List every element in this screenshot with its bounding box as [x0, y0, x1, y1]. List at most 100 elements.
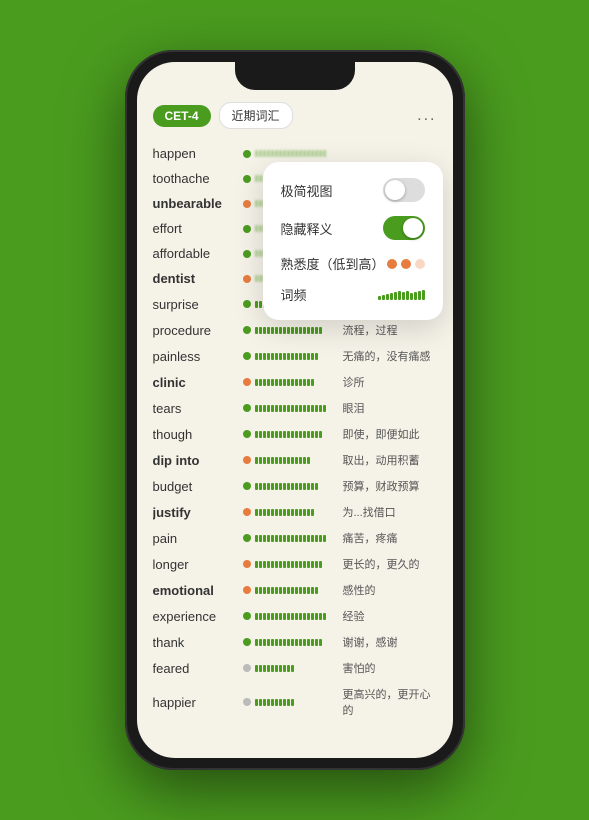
word-row[interactable]: emotional 感性的	[153, 577, 437, 603]
bar-seg	[287, 613, 290, 620]
freq-bar-6	[398, 291, 401, 300]
bar-seg	[307, 457, 310, 464]
bar-seg	[279, 483, 282, 490]
bar-seg	[267, 353, 270, 360]
bar-seg	[283, 327, 286, 334]
word-text: effort	[153, 221, 243, 236]
word-row[interactable]: longer 更长的，更久的	[153, 551, 437, 577]
bar-seg	[267, 431, 270, 438]
word-text: emotional	[153, 583, 243, 598]
bar-seg	[311, 379, 314, 386]
bar-seg	[259, 225, 262, 232]
bar-seg	[271, 509, 274, 516]
word-dot	[243, 352, 251, 360]
word-meaning: 害怕的	[343, 660, 437, 676]
bar-seg	[275, 379, 278, 386]
word-row[interactable]: budget 预算，财政预算	[153, 473, 437, 499]
progress-bar	[255, 378, 335, 386]
bar-seg	[291, 405, 294, 412]
bar-seg	[315, 561, 318, 568]
bar-seg	[287, 587, 290, 594]
bar-seg	[295, 613, 298, 620]
bar-seg	[271, 327, 274, 334]
phone-frame: CET-4 近期词汇 ... 极简视图 隐藏释义	[125, 50, 465, 770]
bar-seg	[287, 699, 290, 706]
bar-seg	[315, 483, 318, 490]
fam-dot-3	[415, 259, 425, 269]
bar-seg	[259, 275, 262, 282]
bar-seg	[287, 665, 290, 672]
word-row[interactable]: dip into 取出，动用积蓄	[153, 447, 437, 473]
bar-seg	[259, 665, 262, 672]
word-row[interactable]: justify 为...找借口	[153, 499, 437, 525]
cet-badge[interactable]: CET-4	[153, 105, 211, 127]
bar-seg	[255, 353, 258, 360]
word-dot	[243, 326, 251, 334]
word-row[interactable]: pain 痛苦，疼痛	[153, 525, 437, 551]
word-meaning: 谢谢，感谢	[343, 634, 437, 650]
bar-seg	[259, 457, 262, 464]
word-text: clinic	[153, 375, 243, 390]
bar-seg	[299, 613, 302, 620]
progress-bar	[255, 534, 335, 542]
word-meaning: 即使，即便如此	[343, 426, 437, 442]
bar-seg	[283, 535, 286, 542]
bar-seg	[319, 405, 322, 412]
more-button[interactable]: ...	[417, 107, 436, 125]
bar-seg	[291, 587, 294, 594]
bar-seg	[315, 353, 318, 360]
progress-bar	[255, 150, 335, 158]
word-meaning: 无痛的，没有痛感	[343, 348, 437, 364]
bar-seg	[279, 639, 282, 646]
bar-seg	[279, 405, 282, 412]
word-row[interactable]: procedure 流程，过程	[153, 317, 437, 343]
bar-seg	[295, 379, 298, 386]
bar-seg	[323, 535, 326, 542]
word-text: happen	[153, 146, 243, 161]
word-text: feared	[153, 661, 243, 676]
bar-seg	[259, 250, 262, 257]
bar-seg	[255, 200, 258, 207]
word-dot	[243, 560, 251, 568]
word-row[interactable]: painless 无痛的，没有痛感	[153, 343, 437, 369]
bar-seg	[263, 561, 266, 568]
bar-seg	[311, 535, 314, 542]
bar-seg	[267, 457, 270, 464]
simple-view-toggle[interactable]	[383, 178, 425, 202]
recent-badge[interactable]: 近期词汇	[219, 102, 293, 129]
word-meaning: 为...找借口	[343, 504, 437, 520]
word-row[interactable]: tears 眼泪	[153, 395, 437, 421]
word-row[interactable]: clinic 诊所	[153, 369, 437, 395]
freq-bar-2	[382, 295, 385, 300]
word-text: unbearable	[153, 196, 243, 211]
bar-seg	[263, 405, 266, 412]
bar-seg	[299, 639, 302, 646]
word-row[interactable]: experience 经验	[153, 603, 437, 629]
bar-seg	[263, 379, 266, 386]
bar-seg	[279, 150, 282, 157]
hide-meaning-toggle[interactable]	[383, 216, 425, 240]
word-text: pain	[153, 531, 243, 546]
bar-seg	[311, 353, 314, 360]
fam-dot-1	[387, 259, 397, 269]
word-row[interactable]: though 即使，即便如此	[153, 421, 437, 447]
bar-seg	[303, 535, 306, 542]
bar-seg	[259, 379, 262, 386]
bar-seg	[271, 535, 274, 542]
word-meaning: 更长的，更久的	[343, 556, 437, 572]
bar-seg	[271, 431, 274, 438]
bar-seg	[279, 327, 282, 334]
bar-seg	[259, 535, 262, 542]
word-row[interactable]: feared 害怕的	[153, 655, 437, 681]
bar-seg	[255, 431, 258, 438]
word-row[interactable]: thank 谢谢，感谢	[153, 629, 437, 655]
word-row[interactable]: happier 更高兴的，更开心的	[153, 681, 437, 723]
bar-seg	[275, 405, 278, 412]
bar-seg	[275, 561, 278, 568]
bar-seg	[311, 561, 314, 568]
bar-seg	[287, 405, 290, 412]
word-meaning: 更高兴的，更开心的	[343, 686, 437, 718]
word-text: surprise	[153, 297, 243, 312]
bar-seg	[287, 535, 290, 542]
bar-seg	[291, 457, 294, 464]
